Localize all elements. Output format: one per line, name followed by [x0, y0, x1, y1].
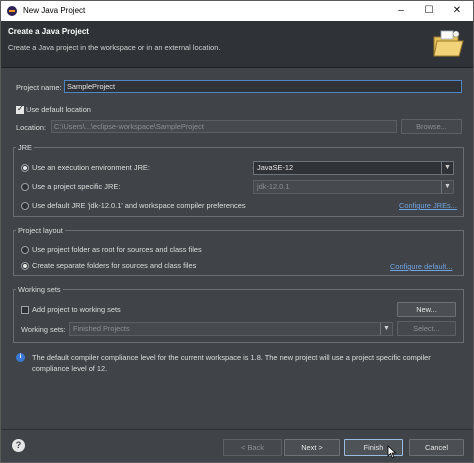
next-button[interactable]: Next >	[284, 439, 340, 456]
project-name-input[interactable]: SampleProject	[64, 80, 462, 93]
chevron-down-icon: ▼	[380, 323, 392, 335]
jre-env-label: Use an execution environment JRE:	[32, 163, 150, 172]
chevron-down-icon: ▼	[441, 181, 453, 193]
layout-root-label: Use project folder as root for sources a…	[32, 245, 202, 254]
jre-specific-value: jdk-12.0.1	[257, 182, 290, 191]
chevron-down-icon: ▼	[441, 162, 453, 174]
close-button[interactable]: ✕	[443, 3, 471, 19]
location-input[interactable]: C:\Users\...\eclipse-workspace\SamplePro…	[51, 120, 397, 133]
mouse-cursor-icon	[387, 445, 397, 459]
working-sets-group-title: Working sets	[16, 285, 63, 294]
jre-env-radio[interactable]	[21, 164, 29, 172]
info-icon: i	[16, 353, 25, 362]
add-to-working-sets-label: Add project to working sets	[32, 305, 121, 314]
browse-button[interactable]: Browse...	[401, 119, 462, 134]
working-sets-select[interactable]: Finished Projects ▼	[69, 322, 393, 336]
configure-default-link[interactable]: Configure default...	[390, 262, 452, 271]
jre-specific-label: Use a project specific JRE:	[32, 182, 121, 191]
project-layout-group-title: Project layout	[16, 226, 65, 235]
select-working-sets-button[interactable]: Select...	[397, 321, 456, 336]
use-default-location-label: Use default location	[26, 105, 91, 114]
use-default-location-checkbox[interactable]	[16, 104, 24, 114]
jre-env-select[interactable]: JavaSE-12 ▼	[253, 161, 454, 175]
jre-default-label: Use default JRE 'jdk-12.0.1' and workspa…	[32, 201, 246, 210]
jre-env-value: JavaSE-12	[257, 163, 294, 172]
working-sets-label: Working sets:	[21, 325, 66, 334]
back-button[interactable]: < Back	[223, 439, 282, 456]
wizard-title: Create a Java Project	[8, 27, 89, 36]
cancel-button[interactable]: Cancel	[409, 439, 464, 456]
layout-separate-label: Create separate folders for sources and …	[32, 261, 197, 270]
add-to-working-sets-checkbox[interactable]	[21, 306, 29, 314]
new-working-set-button[interactable]: New...	[397, 302, 456, 317]
window-title: New Java Project	[23, 6, 86, 15]
configure-jres-link[interactable]: Configure JREs...	[399, 201, 457, 210]
working-sets-value: Finished Projects	[73, 324, 130, 333]
wizard-header: Create a Java Project Create a Java proj…	[1, 21, 473, 68]
new-java-project-dialog: New Java Project – ☐ ✕ Create a Java Pro…	[0, 0, 474, 463]
layout-separate-radio[interactable]	[21, 262, 29, 270]
jre-specific-radio[interactable]	[21, 183, 29, 191]
help-icon[interactable]: ?	[12, 439, 25, 452]
new-project-folder-icon	[433, 30, 464, 57]
jre-group-title: JRE	[16, 143, 34, 152]
title-bar: New Java Project – ☐ ✕	[1, 1, 473, 21]
layout-root-radio[interactable]	[21, 246, 29, 254]
jre-specific-select[interactable]: jdk-12.0.1 ▼	[253, 180, 454, 194]
eclipse-icon	[7, 6, 17, 16]
minimize-button[interactable]: –	[387, 3, 415, 19]
jre-default-radio[interactable]	[21, 202, 29, 210]
location-label: Location:	[16, 123, 46, 132]
maximize-button[interactable]: ☐	[415, 3, 443, 19]
compliance-info-message: The default compiler compliance level fo…	[32, 353, 431, 373]
footer-separator	[1, 429, 473, 430]
wizard-description: Create a Java project in the workspace o…	[8, 43, 221, 52]
project-name-label: Project name:	[16, 83, 62, 92]
